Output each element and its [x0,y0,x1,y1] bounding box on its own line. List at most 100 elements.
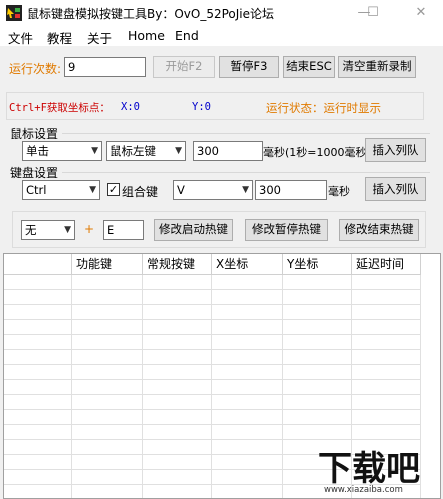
table-cell[interactable] [4,335,72,350]
table-cell[interactable] [212,470,283,485]
table-cell[interactable] [212,290,283,305]
table-cell[interactable] [4,380,72,395]
mouse-action-select[interactable]: 单击 ▼ [22,141,102,161]
mouse-button-select[interactable]: 鼠标左键 ▼ [106,141,186,161]
table-cell[interactable] [212,365,283,380]
table-cell[interactable] [212,395,283,410]
table-cell[interactable] [4,275,72,290]
table-cell[interactable] [283,290,352,305]
table-cell[interactable] [72,380,143,395]
mouse-insert-queue-button[interactable]: 插入列队 [365,138,426,162]
table-cell[interactable] [72,305,143,320]
close-button[interactable]: ✕ [406,0,436,26]
table-cell[interactable] [212,335,283,350]
table-cell[interactable] [143,425,212,440]
combo-key-checkbox[interactable]: ✓ [107,183,120,196]
table-cell[interactable] [143,305,212,320]
run-count-input[interactable]: 9 [64,57,146,77]
table-cell[interactable] [283,380,352,395]
table-cell[interactable] [283,275,352,290]
menu-home[interactable]: Home [128,28,165,43]
table-cell[interactable] [143,410,212,425]
table-cell[interactable] [4,365,72,380]
table-cell[interactable] [4,290,72,305]
menu-file[interactable]: 文件 [8,28,33,47]
table-cell[interactable] [72,410,143,425]
table-cell[interactable] [352,320,421,335]
menu-about[interactable]: 关于 [87,28,112,47]
table-cell[interactable] [143,455,212,470]
keyboard-insert-queue-button[interactable]: 插入列队 [365,177,426,201]
table-cell[interactable] [283,320,352,335]
table-cell[interactable] [352,425,421,440]
table-cell[interactable] [4,305,72,320]
pause-button[interactable]: 暂停F3 [219,56,279,78]
change-end-hotkey-button[interactable]: 修改结束热键 [339,219,419,241]
table-cell[interactable] [72,275,143,290]
table-cell[interactable] [212,425,283,440]
table-cell[interactable] [143,470,212,485]
table-cell[interactable] [4,410,72,425]
table-cell[interactable] [4,320,72,335]
table-cell[interactable] [212,455,283,470]
table-cell[interactable] [72,320,143,335]
table-cell[interactable] [352,305,421,320]
table-cell[interactable] [72,350,143,365]
mouse-delay-input[interactable]: 300 [193,141,263,161]
table-cell[interactable] [283,350,352,365]
table-cell[interactable] [283,365,352,380]
table-cell[interactable] [212,320,283,335]
table-cell[interactable] [352,275,421,290]
table-cell[interactable] [352,350,421,365]
column-header-index[interactable] [4,254,72,275]
table-cell[interactable] [72,470,143,485]
hotkey-key-input[interactable]: E [103,220,144,240]
table-cell[interactable] [212,380,283,395]
table-cell[interactable] [143,485,212,498]
table-cell[interactable] [72,365,143,380]
table-cell[interactable] [72,290,143,305]
column-header-delay[interactable]: 延迟时间 [352,254,421,275]
table-cell[interactable] [143,275,212,290]
table-cell[interactable] [143,365,212,380]
table-cell[interactable] [143,350,212,365]
table-cell[interactable] [143,395,212,410]
table-cell[interactable] [143,440,212,455]
table-cell[interactable] [283,410,352,425]
table-cell[interactable] [72,395,143,410]
table-cell[interactable] [72,440,143,455]
table-cell[interactable] [283,335,352,350]
table-cell[interactable] [72,455,143,470]
table-cell[interactable] [4,485,72,498]
key-select[interactable]: V ▼ [173,180,253,200]
maximize-icon[interactable]: ☐ [358,0,388,26]
table-cell[interactable] [4,470,72,485]
table-cell[interactable] [352,395,421,410]
table-cell[interactable] [352,365,421,380]
column-header-y[interactable]: Y坐标 [283,254,352,275]
table-cell[interactable] [143,290,212,305]
table-cell[interactable] [212,275,283,290]
table-cell[interactable] [212,350,283,365]
table-cell[interactable] [4,455,72,470]
table-cell[interactable] [143,380,212,395]
menu-tutorial[interactable]: 教程 [47,28,72,47]
table-cell[interactable] [72,335,143,350]
table-cell[interactable] [283,425,352,440]
table-cell[interactable] [283,395,352,410]
table-cell[interactable] [212,410,283,425]
column-header-regular-key[interactable]: 常规按键 [143,254,212,275]
table-cell[interactable] [4,395,72,410]
table-cell[interactable] [212,485,283,498]
table-cell[interactable] [352,290,421,305]
table-cell[interactable] [352,410,421,425]
table-cell[interactable] [352,380,421,395]
table-cell[interactable] [72,485,143,498]
table-cell[interactable] [143,320,212,335]
column-header-function-key[interactable]: 功能键 [72,254,143,275]
start-button[interactable]: 开始F2 [153,56,215,78]
menu-end[interactable]: End [175,28,199,43]
column-header-x[interactable]: X坐标 [212,254,283,275]
table-cell[interactable] [143,335,212,350]
modifier-key-select[interactable]: Ctrl ▼ [22,180,100,200]
